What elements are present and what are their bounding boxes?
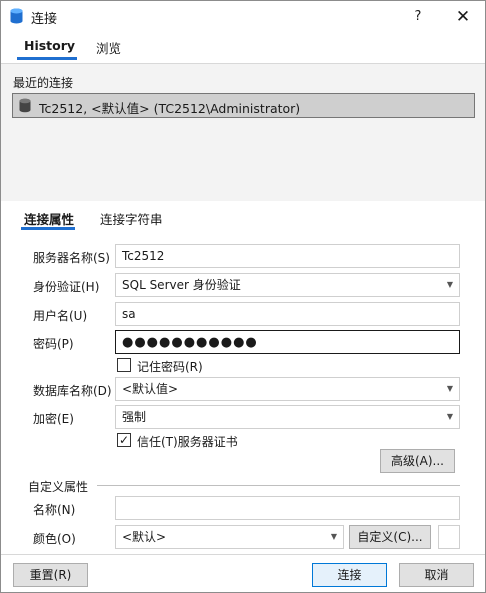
dropdown-arrow-icon: ▼: [446, 280, 453, 289]
dropdown-arrow-icon: ▼: [330, 532, 337, 541]
database-name-value: <默认值>: [122, 382, 179, 396]
custom-name-label: 名称(N): [33, 503, 76, 517]
color-swatch[interactable]: [438, 525, 460, 549]
server-name-input[interactable]: Tc2512: [115, 244, 460, 268]
custom-color-button[interactable]: 自定义(C)...: [349, 525, 431, 549]
footer-divider: [1, 554, 485, 555]
remember-password-checkbox[interactable]: [117, 358, 131, 372]
custom-properties-label: 自定义属性: [28, 480, 89, 494]
password-label: 密码(P): [33, 337, 74, 351]
window-title: 连接: [31, 12, 58, 27]
dropdown-arrow-icon: ▼: [446, 384, 453, 393]
connect-button[interactable]: 连接: [312, 563, 387, 587]
password-mask: ●●●●●●●●●●●: [122, 335, 258, 350]
custom-name-input[interactable]: [115, 496, 460, 520]
tab-history-underline: [17, 57, 77, 60]
encryption-value: 强制: [122, 410, 147, 424]
username-input[interactable]: sa: [115, 302, 460, 326]
remember-password-label: 记住密码(R): [137, 360, 203, 374]
tab-connection-string[interactable]: 连接字符串: [100, 209, 163, 228]
custom-properties-separator: [97, 485, 460, 486]
trust-certificate-checkbox[interactable]: ✓: [117, 433, 131, 447]
color-select[interactable]: <默认> ▼: [115, 525, 344, 549]
tab-connection-properties[interactable]: 连接属性: [24, 209, 74, 228]
encryption-select[interactable]: 强制 ▼: [115, 405, 460, 429]
reset-button[interactable]: 重置(R): [13, 563, 88, 587]
advanced-button[interactable]: 高级(A)...: [380, 449, 455, 473]
database-icon: [19, 98, 31, 113]
database-name-label: 数据库名称(D): [33, 384, 112, 398]
password-input[interactable]: ●●●●●●●●●●●: [115, 330, 460, 354]
database-name-select[interactable]: <默认值> ▼: [115, 377, 460, 401]
authentication-label: 身份验证(H): [33, 280, 100, 294]
tab-browse[interactable]: 浏览: [96, 38, 121, 57]
connect-dialog: 连接 ? ✕ History 浏览 最近的连接 Tc2512, <默认值> (T…: [0, 0, 486, 593]
authentication-select[interactable]: SQL Server 身份验证 ▼: [115, 273, 460, 297]
database-app-icon: [10, 8, 23, 24]
recent-connections-label: 最近的连接: [13, 76, 74, 90]
authentication-value: SQL Server 身份验证: [122, 278, 241, 292]
close-button[interactable]: ✕: [449, 5, 477, 29]
encryption-label: 加密(E): [33, 412, 74, 426]
cancel-button[interactable]: 取消: [399, 563, 474, 587]
color-label: 颜色(O): [33, 532, 76, 546]
username-label: 用户名(U): [33, 309, 88, 323]
recent-connections-panel: [1, 64, 485, 201]
recent-connection-text: Tc2512, <默认值> (TC2512\Administrator): [39, 101, 301, 116]
help-button[interactable]: ?: [404, 5, 432, 29]
server-name-label: 服务器名称(S): [33, 251, 110, 265]
tab-connection-properties-underline: [21, 227, 75, 230]
trust-certificate-label: 信任(T)服务器证书: [137, 435, 238, 449]
recent-connection-item[interactable]: Tc2512, <默认值> (TC2512\Administrator): [12, 93, 475, 118]
dropdown-arrow-icon: ▼: [446, 412, 453, 421]
color-value: <默认>: [122, 530, 167, 544]
tab-history[interactable]: History: [24, 38, 75, 53]
